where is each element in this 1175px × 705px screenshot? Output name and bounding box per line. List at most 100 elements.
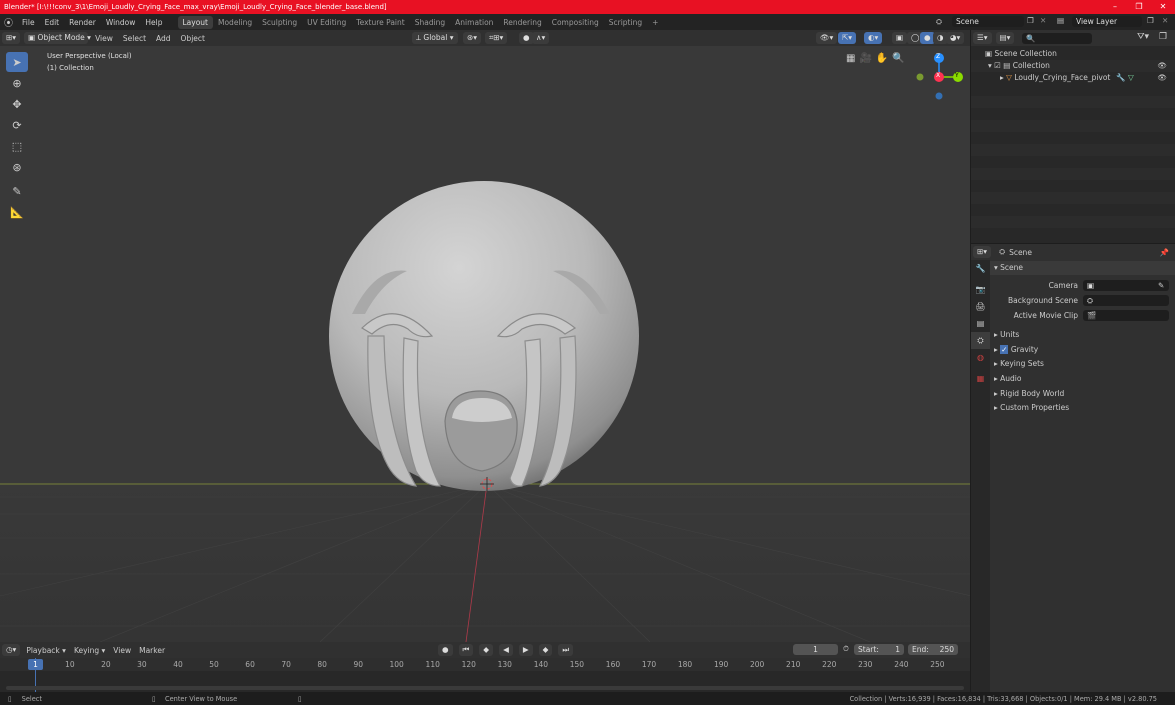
overlay-toggle-icon[interactable]: ◐▾ <box>864 32 883 44</box>
delete-scene-icon[interactable]: ✕ <box>1040 16 1046 25</box>
scene-panel-header[interactable]: ▾ Scene <box>990 261 1175 275</box>
active-movie-clip-field[interactable]: 🎬 <box>1083 310 1169 321</box>
menu-object[interactable]: Object <box>176 34 210 43</box>
add-workspace-button[interactable]: + <box>647 16 663 29</box>
expand-arrow-icon[interactable]: ▸ <box>1000 73 1004 82</box>
outliner-row-scene-collection[interactable]: ▣ Scene Collection <box>971 48 1175 60</box>
texture-tab-icon[interactable]: ▦ <box>971 370 990 387</box>
pivot-icon[interactable]: ⊛▾ <box>463 32 482 44</box>
end-frame-field[interactable]: End: 250 <box>908 644 958 655</box>
filter-icon[interactable]: ⛛▾ <box>1137 32 1149 42</box>
shading-rendered-icon[interactable]: ◕▾ <box>946 32 965 44</box>
scene-tab-icon[interactable]: ⛭ <box>971 332 990 349</box>
new-collection-icon[interactable]: ❐ <box>1159 32 1167 42</box>
visibility-icon[interactable]: 👁▾ <box>816 32 838 44</box>
properties-editor-type-icon[interactable]: ⊞▾ <box>973 246 992 258</box>
render-tab-icon[interactable]: 📷 <box>971 281 990 298</box>
new-view-layer-icon[interactable]: ❐ <box>1147 16 1154 25</box>
maximize-button[interactable]: ❐ <box>1127 0 1151 14</box>
view-layer-selector[interactable]: View Layer <box>1072 16 1142 27</box>
units-panel[interactable]: ▸ Units <box>990 328 1175 342</box>
close-button[interactable]: ✕ <box>1151 0 1175 14</box>
measure-tool-icon[interactable]: 📐 <box>6 202 28 222</box>
gravity-panel[interactable]: ▸ ✓ Gravity <box>990 343 1175 357</box>
camera-icon[interactable]: 🎥 <box>859 53 871 64</box>
scale-tool-icon[interactable]: ⬚ <box>6 136 28 156</box>
tab-modeling[interactable]: Modeling <box>213 16 257 29</box>
annotate-tool-icon[interactable]: ✎ <box>6 181 28 201</box>
play-reverse-icon[interactable]: ◀ <box>499 644 513 656</box>
editor-type-icon[interactable]: ⊞▾ <box>2 32 21 44</box>
rigid-body-world-panel[interactable]: ▸ Rigid Body World <box>990 387 1175 401</box>
delete-view-layer-icon[interactable]: ✕ <box>1162 16 1168 25</box>
tab-shading[interactable]: Shading <box>410 16 450 29</box>
menu-file[interactable]: File <box>17 18 40 27</box>
custom-properties-panel[interactable]: ▸ Custom Properties <box>990 401 1175 415</box>
jump-start-icon[interactable]: ⏮ <box>458 644 474 656</box>
menu-playback[interactable]: Playback ▾ <box>22 646 70 655</box>
menu-view[interactable]: View <box>90 34 118 43</box>
tab-sculpting[interactable]: Sculpting <box>257 16 302 29</box>
tab-uv-editing[interactable]: UV Editing <box>302 16 351 29</box>
menu-add[interactable]: Add <box>151 34 176 43</box>
timeline-scrollbar[interactable] <box>6 686 964 690</box>
eyedropper-icon[interactable]: ✎ <box>1158 279 1164 293</box>
xray-toggle-icon[interactable]: ▣ <box>892 32 908 44</box>
next-keyframe-icon[interactable]: ◆ <box>538 644 553 656</box>
toggle-camera-view-icon[interactable]: ▦ <box>846 53 855 64</box>
3d-viewport[interactable]: Z Y X User Perspective (Local) (1) Colle… <box>0 46 970 642</box>
current-frame-field[interactable]: 1 <box>793 644 838 655</box>
gravity-checkbox-icon[interactable]: ✓ <box>1000 345 1009 354</box>
outliner-row-collection[interactable]: ▾ ☑ ▤ Collection 👁 <box>971 60 1175 72</box>
menu-edit[interactable]: Edit <box>40 18 65 27</box>
tool-settings-tab-icon[interactable]: 🔧 <box>971 260 990 277</box>
minimize-button[interactable]: – <box>1103 0 1127 14</box>
timeline-area[interactable]: 10 20 30 40 50 60 70 80 90 100 110 120 130 140 150 160 1… <box>0 658 970 692</box>
menu-window[interactable]: Window <box>101 18 141 27</box>
mesh-data-icon[interactable]: ▽ <box>1128 72 1134 84</box>
visibility-eye-icon[interactable]: 👁 <box>1157 72 1167 84</box>
visibility-eye-icon[interactable]: 👁 <box>1157 60 1167 72</box>
mode-selector[interactable]: ▣ Object Mode ▾ <box>24 32 91 44</box>
start-frame-field[interactable]: Start: 1 <box>854 644 904 655</box>
blender-logo-icon[interactable]: ⦿ <box>0 16 17 29</box>
tab-scripting[interactable]: Scripting <box>604 16 647 29</box>
cursor-tool-icon[interactable]: ⊕ <box>6 73 28 93</box>
jump-end-icon[interactable]: ⏭ <box>558 644 574 656</box>
hand-pan-icon[interactable]: ✋ <box>876 53 888 64</box>
tab-animation[interactable]: Animation <box>450 16 498 29</box>
playhead-frame[interactable]: 1 <box>28 659 43 670</box>
tab-rendering[interactable]: Rendering <box>498 16 546 29</box>
rotate-tool-icon[interactable]: ⟳ <box>6 115 28 135</box>
prev-keyframe-icon[interactable]: ◆ <box>479 644 494 656</box>
timeline-editor-type-icon[interactable]: ◷▾ <box>2 644 21 656</box>
menu-render[interactable]: Render <box>64 18 101 27</box>
view-layer-tab-icon[interactable]: ▤ <box>971 315 990 332</box>
menu-timeline-view[interactable]: View <box>109 646 135 655</box>
emoji-model[interactable] <box>329 181 639 491</box>
menu-select[interactable]: Select <box>118 34 151 43</box>
play-icon[interactable]: ▶ <box>518 644 533 656</box>
transform-tool-icon[interactable]: ⊛ <box>6 157 28 177</box>
record-icon[interactable]: ● <box>438 644 453 656</box>
keying-sets-panel[interactable]: ▸ Keying Sets <box>990 357 1175 371</box>
audio-panel[interactable]: ▸ Audio <box>990 372 1175 386</box>
snap-icon[interactable]: ⌗⊞▾ <box>485 32 508 44</box>
modifier-wrench-icon[interactable]: 🔧 <box>1116 72 1125 84</box>
world-tab-icon[interactable]: ◍ <box>971 349 990 366</box>
expand-arrow-icon[interactable]: ▾ <box>988 61 992 70</box>
outliner-display-mode-icon[interactable]: ▤▾ <box>995 32 1015 44</box>
falloff-icon[interactable]: ∧▾ <box>532 32 550 44</box>
checkbox-icon[interactable]: ☑ <box>994 61 1001 70</box>
tab-layout[interactable]: Layout <box>177 15 213 29</box>
select-box-tool-icon[interactable]: ➤ <box>6 52 28 72</box>
stopwatch-icon[interactable]: ⏱ <box>843 644 849 654</box>
outliner-editor-type-icon[interactable]: ☰▾ <box>973 32 992 44</box>
scene-selector[interactable]: Scene <box>952 16 1024 27</box>
new-scene-icon[interactable]: ❐ <box>1027 16 1034 25</box>
camera-field[interactable]: ▣ <box>1083 280 1169 291</box>
menu-marker[interactable]: Marker <box>135 646 169 655</box>
gizmo-toggle-icon[interactable]: ⇱▾ <box>838 32 857 44</box>
background-scene-field[interactable]: ⛭ <box>1083 295 1169 306</box>
outliner-row-object[interactable]: ▸ ▽ Loudly_Crying_Face_pivot 🔧 ▽ 👁 <box>971 72 1175 84</box>
